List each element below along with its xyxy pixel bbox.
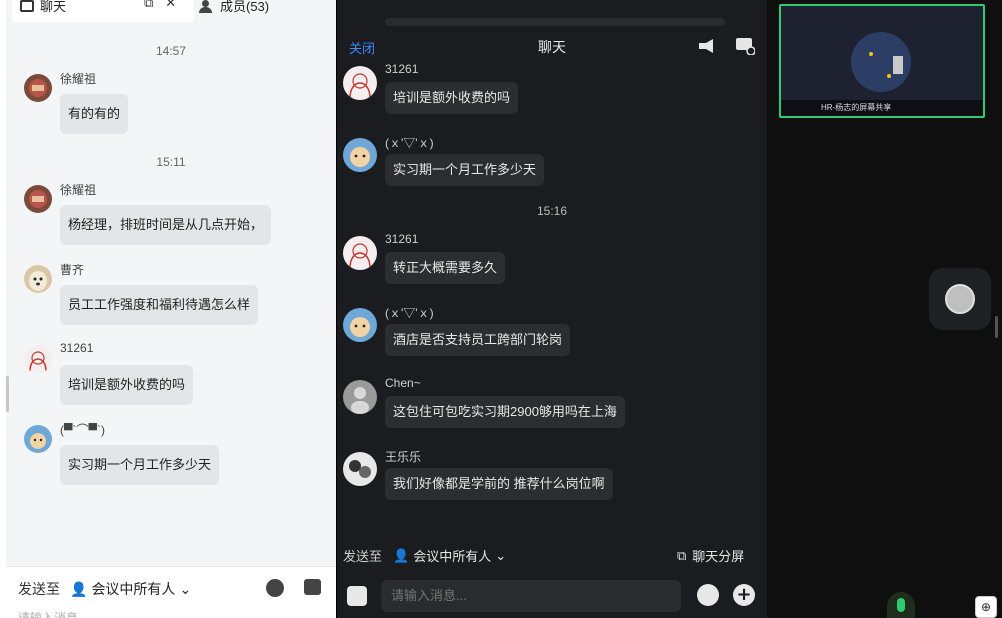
timestamp: 15:16 bbox=[536, 204, 568, 218]
sender-name: 31261 bbox=[60, 341, 94, 355]
message-bubble: 实习期一个月工作多少天 bbox=[60, 445, 220, 485]
avatar-sketch-girl-icon bbox=[343, 66, 377, 100]
avatar bbox=[24, 185, 52, 213]
tab-chat-label: 聊天 bbox=[40, 0, 67, 14]
split-chat-button[interactable]: ⧉ 聊天分屏 bbox=[677, 546, 744, 565]
composer: + bbox=[337, 578, 767, 614]
sender-name: 曹齐 bbox=[60, 263, 85, 277]
edge-handle[interactable] bbox=[995, 316, 998, 338]
send-to-label: 发送至 bbox=[18, 581, 60, 597]
left-chat-footer: 发送至 👤 会议中所有人 ⌄ 请输入消息... bbox=[6, 566, 336, 618]
person-icon: 👤 bbox=[393, 547, 410, 563]
avatar bbox=[24, 74, 52, 102]
message-bubble: 员工工作强度和福利待遇怎么样 bbox=[60, 285, 259, 325]
record-icon bbox=[945, 284, 975, 314]
floating-control[interactable] bbox=[929, 268, 991, 330]
app-root: 聊天 ⧉ ✕ 成员(53) 14:57 徐耀祖 有的有的 15:11 徐耀祖 杨… bbox=[0, 0, 1002, 618]
avatar bbox=[343, 236, 377, 270]
tab-members[interactable]: 成员(53) bbox=[198, 0, 269, 15]
message-bubble: 杨经理，排班时间是从几点开始， bbox=[60, 205, 272, 245]
dark-chat-panel: 关闭 聊天 31261 培训是额外收费的吗 (ｘ'▽'ｘ) 实习期一个月工作多少… bbox=[337, 0, 767, 618]
emoji-icon[interactable] bbox=[697, 584, 719, 606]
sender-name: 王乐乐 bbox=[385, 450, 422, 464]
plus-icon[interactable]: + bbox=[733, 584, 755, 606]
message-bubble: 这包住可包吃实习期2900够用吗在上海 bbox=[385, 396, 625, 428]
megaphone-icon[interactable] bbox=[697, 38, 717, 54]
avatar-red-stamp-icon bbox=[24, 74, 52, 102]
avatar bbox=[343, 66, 377, 100]
recipient-label: 会议中所有人 bbox=[413, 549, 492, 564]
sender-name: 31261 bbox=[385, 62, 419, 76]
chevron-down-icon: ⌄ bbox=[495, 547, 507, 563]
avatar bbox=[24, 265, 52, 293]
send-to-label: 发送至 bbox=[343, 549, 383, 564]
avatar-cartoon-cat-icon bbox=[343, 308, 377, 342]
message-bubble: 转正大概需要多久 bbox=[385, 252, 506, 284]
video-panel: HR-杨志的屏幕共享 ⊕ bbox=[767, 0, 1002, 618]
avatar-cartoon-cat-icon bbox=[343, 138, 377, 172]
person-icon: 👤 bbox=[70, 580, 88, 597]
chat-header: 关闭 聊天 bbox=[337, 28, 767, 64]
message-bubble: 我们好像都是学前的 推荐什么岗位啊 bbox=[385, 468, 613, 500]
sender-name: (ｘ'▽'ｘ) bbox=[385, 306, 434, 320]
avatar-person-icon bbox=[343, 380, 377, 414]
message-bubble: 酒店是否支持员工跨部门轮岗 bbox=[385, 324, 571, 356]
avatar bbox=[24, 425, 52, 453]
popout-icon[interactable]: ⧉ bbox=[144, 0, 153, 11]
split-chat-label: 聊天分屏 bbox=[692, 549, 745, 564]
avatar bbox=[343, 138, 377, 172]
recipient-select[interactable]: 👤 会议中所有人 ⌄ bbox=[70, 579, 191, 599]
avatar bbox=[24, 345, 52, 373]
message-bubble: 培训是额外收费的吗 bbox=[60, 365, 194, 405]
video-label: HR-杨志的屏幕共享 bbox=[781, 100, 983, 116]
avatar bbox=[343, 308, 377, 342]
message-input-placeholder[interactable]: 请输入消息... bbox=[18, 609, 88, 618]
avatar-sketch-girl-icon bbox=[24, 345, 52, 373]
chat-icon bbox=[20, 0, 34, 12]
recipient-label: 会议中所有人 bbox=[91, 581, 176, 597]
scrollbar[interactable] bbox=[6, 376, 9, 412]
message-bubble: 培训是额外收费的吗 bbox=[385, 82, 519, 114]
tab-actions: ⧉ ✕ bbox=[144, 0, 176, 11]
avatar bbox=[343, 380, 377, 414]
avatar bbox=[343, 452, 377, 486]
avatar-sketch-girl-icon bbox=[343, 236, 377, 270]
emoji-icon[interactable] bbox=[266, 579, 284, 597]
sender-name: (▀`⌒▀`) bbox=[60, 423, 105, 437]
sender-name: 31261 bbox=[385, 232, 419, 246]
sender-name: (ｘ'▽'ｘ) bbox=[385, 136, 434, 150]
message-bubble: 有的有的 bbox=[60, 94, 129, 134]
sender-name: 徐耀祖 bbox=[60, 183, 97, 197]
timestamp: 14:57 bbox=[155, 44, 187, 58]
zoom-icon[interactable]: ⊕ bbox=[975, 596, 997, 618]
members-icon bbox=[198, 0, 214, 13]
left-chat-panel: 聊天 ⧉ ✕ 成员(53) 14:57 徐耀祖 有的有的 15:11 徐耀祖 杨… bbox=[6, 0, 336, 618]
image-icon[interactable] bbox=[347, 586, 367, 606]
message-bubble: 实习期一个月工作多少天 bbox=[385, 154, 545, 186]
message-input[interactable] bbox=[381, 580, 681, 612]
sender-name: 徐耀祖 bbox=[60, 72, 97, 86]
avatar-red-stamp-icon bbox=[24, 185, 52, 213]
overlay-bar bbox=[385, 18, 725, 26]
chevron-down-icon: ⌄ bbox=[179, 580, 192, 597]
send-to-bar: 发送至 👤 会议中所有人 ⌄ ⧉ 聊天分屏 bbox=[337, 540, 767, 568]
avatar-dog-icon bbox=[24, 265, 52, 293]
tab-members-label: 成员(53) bbox=[220, 0, 270, 14]
sender-name: Chen~ bbox=[385, 376, 421, 390]
folder-icon[interactable] bbox=[304, 579, 321, 595]
tab-chat[interactable]: 聊天 bbox=[20, 0, 66, 15]
timestamp: 15:11 bbox=[156, 155, 186, 169]
avatar-cartoon-cat-icon bbox=[24, 425, 52, 453]
close-icon[interactable]: ✕ bbox=[165, 0, 176, 11]
recipient-select[interactable]: 👤 会议中所有人 ⌄ bbox=[393, 546, 506, 565]
video-tile[interactable]: HR-杨志的屏幕共享 bbox=[779, 4, 985, 118]
avatar-bw-icon bbox=[343, 452, 377, 486]
microphone-icon[interactable] bbox=[887, 592, 915, 618]
chat-settings-icon[interactable] bbox=[735, 37, 755, 55]
split-screen-icon: ⧉ bbox=[677, 547, 687, 563]
